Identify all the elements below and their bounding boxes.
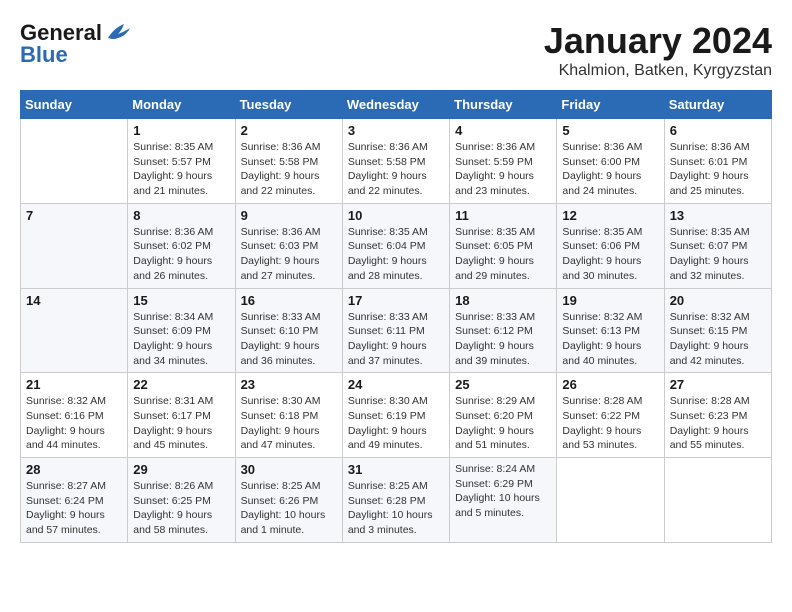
table-cell: 18Sunrise: 8:33 AMSunset: 6:12 PMDayligh…: [450, 288, 557, 373]
calendar-header-row: Sunday Monday Tuesday Wednesday Thursday…: [21, 91, 772, 119]
calendar-row-week3: 14 15Sunrise: 8:34 AMSunset: 6:09 PMDayl…: [21, 288, 772, 373]
table-cell: 12Sunrise: 8:35 AMSunset: 6:06 PMDayligh…: [557, 203, 664, 288]
table-cell: 11Sunrise: 8:35 AMSunset: 6:05 PMDayligh…: [450, 203, 557, 288]
month-title: January 2024: [544, 20, 772, 62]
table-cell: 16Sunrise: 8:33 AMSunset: 6:10 PMDayligh…: [235, 288, 342, 373]
calendar-row-week4: 21Sunrise: 8:32 AMSunset: 6:16 PMDayligh…: [21, 373, 772, 458]
logo-bird-icon: [104, 20, 132, 42]
calendar-row-week5: 28Sunrise: 8:27 AMSunset: 6:24 PMDayligh…: [21, 458, 772, 543]
table-cell: 31Sunrise: 8:25 AMSunset: 6:28 PMDayligh…: [342, 458, 449, 543]
table-cell: 25Sunrise: 8:29 AMSunset: 6:20 PMDayligh…: [450, 373, 557, 458]
page-header: General Blue January 2024 Khalmion, Batk…: [20, 20, 772, 80]
table-cell: 3Sunrise: 8:36 AMSunset: 5:58 PMDaylight…: [342, 119, 449, 204]
table-cell: 9Sunrise: 8:36 AMSunset: 6:03 PMDaylight…: [235, 203, 342, 288]
table-cell: 29Sunrise: 8:26 AMSunset: 6:25 PMDayligh…: [128, 458, 235, 543]
table-cell: 28Sunrise: 8:27 AMSunset: 6:24 PMDayligh…: [21, 458, 128, 543]
calendar-row-week1: 1Sunrise: 8:35 AMSunset: 5:57 PMDaylight…: [21, 119, 772, 204]
table-cell: 2Sunrise: 8:36 AMSunset: 5:58 PMDaylight…: [235, 119, 342, 204]
calendar-row-week2: 7 8Sunrise: 8:36 AMSunset: 6:02 PMDaylig…: [21, 203, 772, 288]
table-cell: 8Sunrise: 8:36 AMSunset: 6:02 PMDaylight…: [128, 203, 235, 288]
table-cell: Sunrise: 8:24 AMSunset: 6:29 PMDaylight:…: [450, 458, 557, 543]
table-cell: 26Sunrise: 8:28 AMSunset: 6:22 PMDayligh…: [557, 373, 664, 458]
col-friday: Friday: [557, 91, 664, 119]
calendar-table: Sunday Monday Tuesday Wednesday Thursday…: [20, 90, 772, 543]
table-cell: 15Sunrise: 8:34 AMSunset: 6:09 PMDayligh…: [128, 288, 235, 373]
table-cell: 24Sunrise: 8:30 AMSunset: 6:19 PMDayligh…: [342, 373, 449, 458]
logo: General Blue: [20, 20, 132, 68]
location-title: Khalmion, Batken, Kyrgyzstan: [544, 62, 772, 80]
col-thursday: Thursday: [450, 91, 557, 119]
table-cell: [21, 119, 128, 204]
title-block: January 2024 Khalmion, Batken, Kyrgyzsta…: [544, 20, 772, 80]
table-cell: 1Sunrise: 8:35 AMSunset: 5:57 PMDaylight…: [128, 119, 235, 204]
table-cell: 20Sunrise: 8:32 AMSunset: 6:15 PMDayligh…: [664, 288, 771, 373]
col-tuesday: Tuesday: [235, 91, 342, 119]
table-cell: 10Sunrise: 8:35 AMSunset: 6:04 PMDayligh…: [342, 203, 449, 288]
table-cell: [664, 458, 771, 543]
table-cell: 7: [21, 203, 128, 288]
table-cell: 4Sunrise: 8:36 AMSunset: 5:59 PMDaylight…: [450, 119, 557, 204]
table-cell: 30Sunrise: 8:25 AMSunset: 6:26 PMDayligh…: [235, 458, 342, 543]
table-cell: 6Sunrise: 8:36 AMSunset: 6:01 PMDaylight…: [664, 119, 771, 204]
table-cell: 22Sunrise: 8:31 AMSunset: 6:17 PMDayligh…: [128, 373, 235, 458]
table-cell: 13Sunrise: 8:35 AMSunset: 6:07 PMDayligh…: [664, 203, 771, 288]
table-cell: 23Sunrise: 8:30 AMSunset: 6:18 PMDayligh…: [235, 373, 342, 458]
col-monday: Monday: [128, 91, 235, 119]
table-cell: 21Sunrise: 8:32 AMSunset: 6:16 PMDayligh…: [21, 373, 128, 458]
table-cell: 19Sunrise: 8:32 AMSunset: 6:13 PMDayligh…: [557, 288, 664, 373]
table-cell: 5Sunrise: 8:36 AMSunset: 6:00 PMDaylight…: [557, 119, 664, 204]
table-cell: [557, 458, 664, 543]
table-cell: 17Sunrise: 8:33 AMSunset: 6:11 PMDayligh…: [342, 288, 449, 373]
table-cell: 27Sunrise: 8:28 AMSunset: 6:23 PMDayligh…: [664, 373, 771, 458]
col-wednesday: Wednesday: [342, 91, 449, 119]
table-cell: 14: [21, 288, 128, 373]
col-saturday: Saturday: [664, 91, 771, 119]
col-sunday: Sunday: [21, 91, 128, 119]
